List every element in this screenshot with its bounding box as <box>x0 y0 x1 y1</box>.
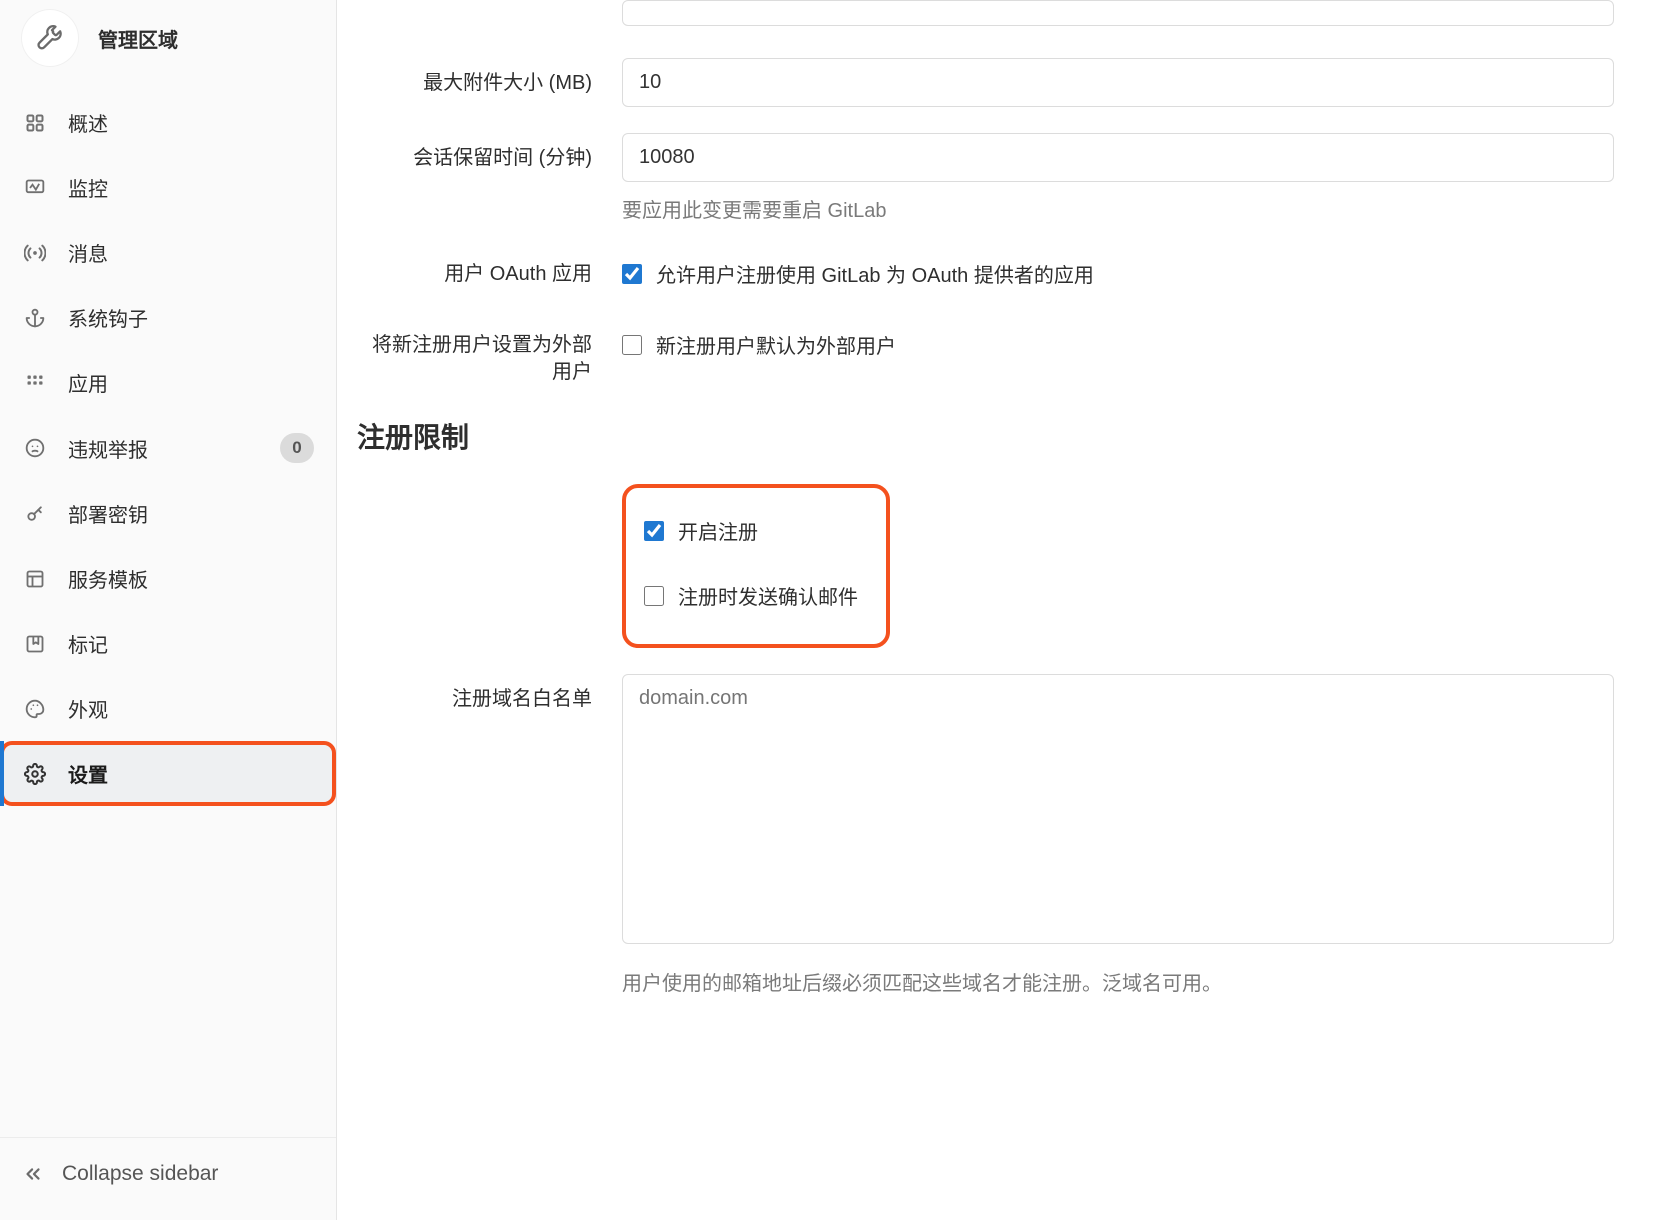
grid-icon <box>22 113 48 133</box>
collapse-sidebar-label: Collapse sidebar <box>62 1162 218 1186</box>
sidebar-item-label: 部署密钥 <box>68 499 148 528</box>
chevrons-left-icon <box>22 1163 44 1185</box>
sidebar-item-label: 应用 <box>68 368 108 397</box>
key-icon <box>22 504 48 524</box>
external-user-label: 将新注册用户设置为外部用户 <box>357 320 622 386</box>
sidebar-item-label: 违规举报 <box>68 434 148 463</box>
abuse-count-badge: 0 <box>280 433 314 463</box>
sidebar-item-overview[interactable]: 概述 <box>0 90 336 155</box>
sidebar-item-appearance[interactable]: 外观 <box>0 676 336 741</box>
apps-icon <box>22 373 48 393</box>
face-icon <box>22 438 48 458</box>
sidebar-item-apps[interactable]: 应用 <box>0 350 336 415</box>
signup-enable-label: 开启注册 <box>678 516 758 545</box>
admin-sidebar: 管理区域 概述 监控 消息 <box>0 0 337 1220</box>
sidebar-item-label: 标记 <box>68 629 108 658</box>
sidebar-title: 管理区域 <box>98 24 178 53</box>
anchor-icon <box>22 308 48 328</box>
broadcast-icon <box>22 242 48 264</box>
oauth-row: 用户 OAuth 应用 允许用户注册使用 GitLab 为 OAuth 提供者的… <box>357 249 1614 294</box>
max-attachment-input[interactable] <box>622 58 1614 107</box>
session-keep-input[interactable] <box>622 133 1614 182</box>
sidebar-item-label: 外观 <box>68 694 108 723</box>
oauth-checkbox-label: 允许用户注册使用 GitLab 为 OAuth 提供者的应用 <box>656 259 1094 288</box>
external-user-row: 将新注册用户设置为外部用户 新注册用户默认为外部用户 <box>357 320 1614 386</box>
sidebar-item-templates[interactable]: 服务模板 <box>0 546 336 611</box>
sidebar-item-hooks[interactable]: 系统钩子 <box>0 285 336 350</box>
template-icon <box>22 569 48 589</box>
sidebar-item-messages[interactable]: 消息 <box>0 220 336 285</box>
collapse-sidebar-button[interactable]: Collapse sidebar <box>0 1137 336 1220</box>
monitor-icon <box>22 178 48 198</box>
signup-whitelist-textarea[interactable] <box>622 674 1614 944</box>
signup-whitelist-label: 注册域名白名单 <box>357 674 622 713</box>
session-keep-row: 会话保留时间 (分钟) 要应用此变更需要重启 GitLab <box>357 133 1614 223</box>
sidebar-item-label: 消息 <box>68 238 108 267</box>
signup-confirm-label: 注册时发送确认邮件 <box>678 581 858 610</box>
signup-toggle-row: 开启注册 注册时发送确认邮件 <box>357 484 1614 648</box>
sidebar-header: 管理区域 <box>0 0 336 84</box>
sidebar-item-abuse[interactable]: 违规举报 0 <box>0 415 336 481</box>
sidebar-item-label: 监控 <box>68 173 108 202</box>
signup-section-title: 注册限制 <box>357 416 1614 456</box>
external-user-checkbox[interactable] <box>622 335 642 355</box>
settings-form: 最大附件大小 (MB) 会话保留时间 (分钟) 要应用此变更需要重启 GitLa… <box>337 0 1654 1220</box>
admin-area-icon <box>22 10 78 66</box>
cutoff-input[interactable] <box>622 0 1614 26</box>
gear-icon <box>22 763 48 785</box>
sidebar-item-label: 服务模板 <box>68 564 148 593</box>
session-keep-help: 要应用此变更需要重启 GitLab <box>622 194 1614 223</box>
palette-icon <box>22 699 48 719</box>
oauth-checkbox[interactable] <box>622 264 642 284</box>
sidebar-item-label: 设置 <box>68 759 108 788</box>
bookmark-icon <box>22 634 48 654</box>
signup-confirm-checkbox[interactable] <box>644 586 664 606</box>
sidebar-item-settings[interactable]: 设置 <box>0 741 336 806</box>
max-attachment-row: 最大附件大小 (MB) <box>357 58 1614 107</box>
max-attachment-label: 最大附件大小 (MB) <box>357 58 622 97</box>
sidebar-item-label: 系统钩子 <box>68 303 148 332</box>
cutoff-row <box>357 0 1614 26</box>
sidebar-item-monitor[interactable]: 监控 <box>0 155 336 220</box>
session-keep-label: 会话保留时间 (分钟) <box>357 133 622 172</box>
external-user-checkbox-label: 新注册用户默认为外部用户 <box>656 330 896 359</box>
oauth-label: 用户 OAuth 应用 <box>357 249 622 288</box>
signup-whitelist-row: 注册域名白名单 用户使用的邮箱地址后缀必须匹配这些域名才能注册。泛域名可用。 <box>357 674 1614 996</box>
sidebar-item-deploy-keys[interactable]: 部署密钥 <box>0 481 336 546</box>
signup-highlight-box: 开启注册 注册时发送确认邮件 <box>622 484 890 648</box>
signup-whitelist-help: 用户使用的邮箱地址后缀必须匹配这些域名才能注册。泛域名可用。 <box>622 967 1614 996</box>
sidebar-item-label: 概述 <box>68 108 108 137</box>
sidebar-item-labels[interactable]: 标记 <box>0 611 336 676</box>
signup-enable-checkbox[interactable] <box>644 521 664 541</box>
sidebar-nav: 概述 监控 消息 系统钩子 <box>0 84 336 1137</box>
